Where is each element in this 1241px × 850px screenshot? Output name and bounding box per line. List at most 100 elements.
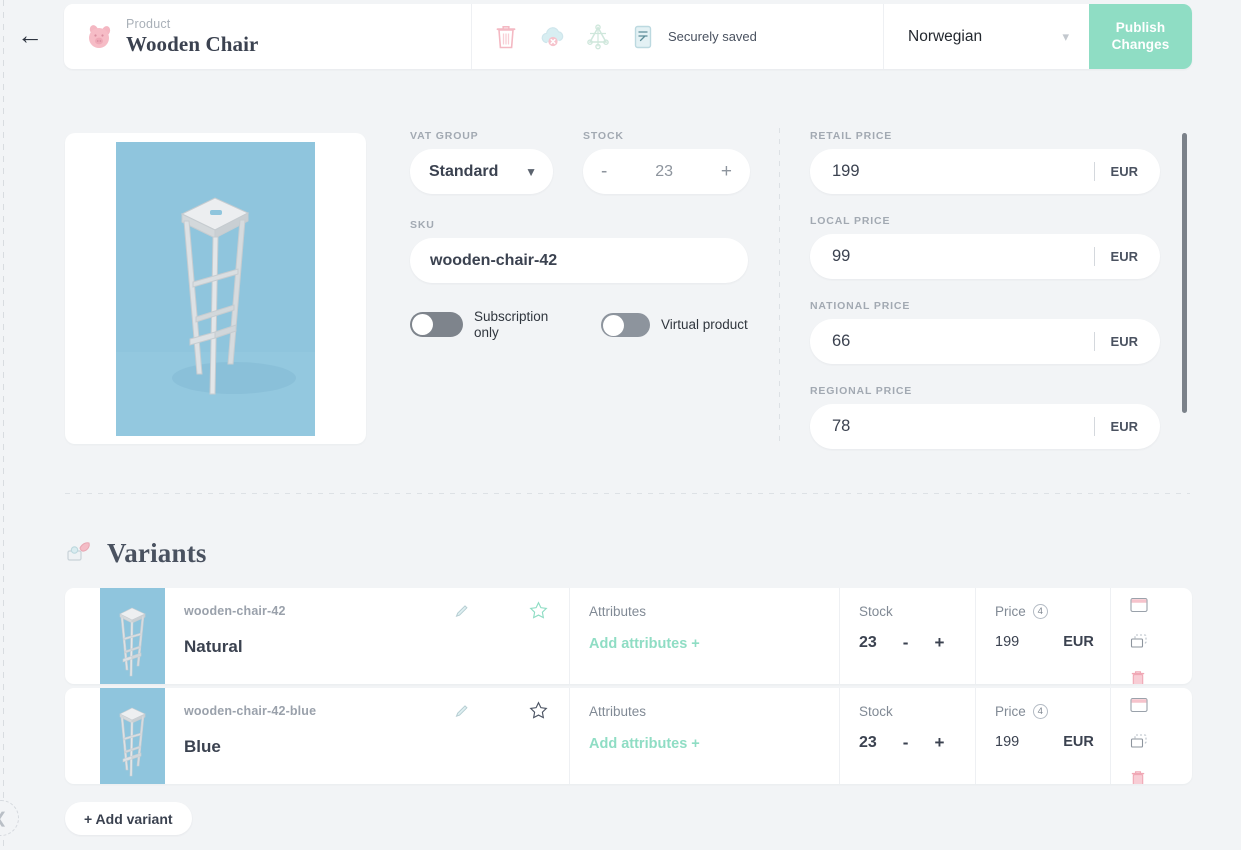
- duplicate-icon[interactable]: [1129, 633, 1149, 656]
- variant-price-value[interactable]: 199: [995, 734, 1019, 750]
- add-attributes-button[interactable]: Add attributes +: [589, 636, 839, 652]
- sidebar-rail: [3, 0, 4, 850]
- stock-stepper[interactable]: - 23 +: [583, 149, 750, 194]
- retail-price-field: RETAIL PRICE 199 EUR: [810, 130, 1160, 194]
- topbar-actions: Securely saved: [472, 4, 884, 69]
- virtual-product-label: Virtual product: [661, 316, 748, 332]
- star-icon[interactable]: [529, 701, 548, 725]
- trash-icon[interactable]: [494, 24, 518, 50]
- stock-column-header: Stock: [859, 704, 893, 719]
- product-photo: [116, 141, 315, 436]
- toggle-knob: [412, 314, 433, 336]
- variants-header: Variants: [66, 538, 207, 569]
- variants-table: wooden-chair-42 Natural Attributes Add a…: [65, 588, 1192, 788]
- variant-stock-increment[interactable]: +: [934, 633, 944, 653]
- retail-price-value: 199: [832, 162, 860, 180]
- image-icon[interactable]: [1129, 596, 1149, 619]
- top-bar: Product Wooden Chair Securely saved Norw…: [64, 4, 1192, 69]
- language-value: Norwegian: [908, 27, 983, 45]
- divider: [1093, 247, 1095, 266]
- variant-stock-value: 23: [859, 734, 877, 751]
- add-attributes-button[interactable]: Add attributes +: [589, 736, 839, 752]
- variant-stock-decrement[interactable]: -: [903, 733, 909, 753]
- subscription-only-label: Subscription only: [474, 309, 549, 340]
- product-toggles: Subscription only Virtual product: [410, 309, 750, 341]
- cloud-offline-icon[interactable]: [540, 24, 564, 50]
- variant-stock-cell: Stock 23 - +: [840, 688, 976, 784]
- local-price-input[interactable]: 99 EUR: [810, 234, 1160, 279]
- document-icon[interactable]: [632, 24, 656, 50]
- chevron-down-icon: ▾: [1062, 28, 1069, 44]
- product-image-card[interactable]: [65, 133, 366, 444]
- divider: [1093, 332, 1095, 351]
- variant-price-value[interactable]: 199: [995, 634, 1019, 650]
- national-price-currency: EUR: [1110, 334, 1138, 349]
- row-spacer: [65, 688, 100, 784]
- regional-price-field: REGIONAL PRICE 78 EUR: [810, 385, 1160, 449]
- variant-price-cell: Price 4 199 EUR: [976, 588, 1111, 684]
- sku-value: wooden-chair-42: [430, 251, 558, 269]
- retail-price-input[interactable]: 199 EUR: [810, 149, 1160, 194]
- back-button[interactable]: ←: [17, 22, 43, 48]
- national-price-input[interactable]: 66 EUR: [810, 319, 1160, 364]
- price-column-label: Price: [995, 604, 1026, 619]
- page-title: Wooden Chair: [126, 31, 259, 56]
- column-divider: [779, 128, 780, 446]
- table-row[interactable]: wooden-chair-42 Natural Attributes Add a…: [65, 588, 1192, 684]
- variant-price-cell: Price 4 199 EUR: [976, 688, 1111, 784]
- graphql-icon[interactable]: [586, 23, 610, 50]
- variant-name: Blue: [184, 737, 221, 756]
- price-count-badge: 4: [1032, 604, 1048, 619]
- star-icon[interactable]: [529, 601, 548, 625]
- vat-group-field: VAT GROUP Standard ▼: [410, 130, 553, 194]
- language-selector[interactable]: Norwegian ▾: [884, 4, 1089, 69]
- sidebar-collapse-button[interactable]: ❮: [0, 800, 19, 836]
- local-price-value: 99: [832, 247, 851, 265]
- variant-stock-increment[interactable]: +: [934, 733, 944, 753]
- save-status: Securely saved: [668, 29, 757, 44]
- variant-thumbnail[interactable]: [100, 588, 165, 684]
- regional-price-value: 78: [832, 417, 851, 435]
- virtual-product-toggle[interactable]: Virtual product: [601, 309, 748, 341]
- retail-price-currency: EUR: [1110, 164, 1138, 179]
- variant-stock-decrement[interactable]: -: [903, 633, 909, 653]
- stock-field: STOCK - 23 +: [583, 130, 750, 194]
- prices-column: RETAIL PRICE 199 EUR LOCAL PRICE 99 EUR …: [810, 130, 1160, 470]
- trash-icon[interactable]: [1129, 770, 1149, 784]
- stock-decrement-button[interactable]: -: [601, 162, 607, 181]
- price-column-header: Price 4: [995, 704, 1110, 719]
- attributes-column-header: Attributes: [589, 604, 647, 619]
- arrow-left-icon: ←: [17, 20, 43, 50]
- add-variant-button[interactable]: + Add variant: [65, 802, 192, 835]
- national-price-label: NATIONAL PRICE: [810, 300, 911, 312]
- variant-actions-cell: [1111, 588, 1192, 684]
- pencil-icon[interactable]: [454, 703, 471, 725]
- variants-title: Variants: [107, 538, 207, 568]
- attributes-column-header: Attributes: [589, 704, 647, 719]
- publish-changes-button[interactable]: Publish Changes: [1089, 4, 1192, 69]
- trash-icon[interactable]: [1129, 670, 1149, 684]
- stock-column-header: Stock: [859, 604, 893, 619]
- stock-value: 23: [655, 162, 673, 180]
- prices-scrollbar[interactable]: [1182, 133, 1187, 413]
- stock-increment-button[interactable]: +: [721, 162, 732, 181]
- subscription-only-toggle[interactable]: Subscription only: [410, 309, 564, 341]
- sku-input[interactable]: wooden-chair-42: [410, 238, 748, 283]
- toggle-track: [410, 312, 463, 338]
- divider: [1093, 417, 1095, 436]
- table-row[interactable]: wooden-chair-42-blue Blue Attributes Add…: [65, 688, 1192, 784]
- product-identity: Product Wooden Chair: [64, 4, 472, 69]
- regional-price-input[interactable]: 78 EUR: [810, 404, 1160, 449]
- local-price-currency: EUR: [1110, 249, 1138, 264]
- pencil-icon[interactable]: [454, 603, 471, 625]
- variant-sku: wooden-chair-42-blue: [184, 704, 317, 718]
- vat-group-label: VAT GROUP: [410, 130, 479, 142]
- caret-down-icon: ▼: [525, 164, 537, 179]
- row-spacer: [65, 588, 100, 684]
- variant-thumbnail[interactable]: [100, 688, 165, 784]
- regional-price-currency: EUR: [1110, 419, 1138, 434]
- image-icon[interactable]: [1129, 696, 1149, 719]
- duplicate-icon[interactable]: [1129, 733, 1149, 756]
- variant-price-currency: EUR: [1063, 634, 1094, 650]
- vat-group-select[interactable]: Standard ▼: [410, 149, 553, 194]
